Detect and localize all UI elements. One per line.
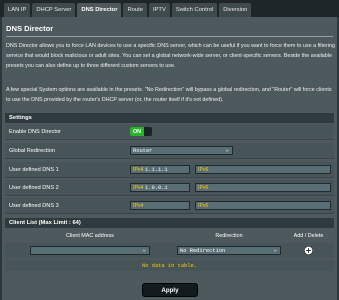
toggle-knob (144, 127, 152, 136)
ipv6-tag: IPv6 (198, 166, 209, 173)
client-list-column-headers: Client MAC address Redirection Add / Del… (5, 229, 334, 242)
client-list-entry-row: ⌄ No Redirection ⌄ (5, 243, 334, 258)
dns1-row: User defined DNS 1 IPv4 1.1.1.1 IPv6 (5, 162, 334, 178)
global-redirection-select[interactable]: Router ⌄ (130, 146, 233, 155)
settings-header: Settings (5, 113, 334, 123)
ipv4-tag: IPv4 (133, 184, 144, 191)
enable-dns-director-toggle[interactable]: ON (130, 127, 152, 136)
dns3-ipv6-input[interactable] (209, 202, 330, 209)
dns3-ipv4-input[interactable] (144, 202, 189, 209)
add-client-button[interactable] (304, 246, 313, 255)
page-title: DNS Director (6, 24, 54, 33)
enable-dns-director-label: Enable DNS Director (9, 128, 61, 135)
client-list-header: Client List (Max Limit : 64) (5, 218, 334, 228)
dns3-ipv4-field[interactable]: IPv4 (130, 201, 190, 210)
tab-dns-director[interactable]: DNS Director (77, 3, 122, 17)
dns3-row: User defined DNS 3 IPv4 IPv6 (5, 198, 334, 214)
tab-dhcp-server[interactable]: DHCP Server (32, 3, 76, 17)
plus-icon (304, 246, 313, 255)
description-paragraph-2: A few special System options are availab… (6, 87, 332, 103)
dns3-label: User defined DNS 3 (9, 202, 59, 209)
column-header-mac: Client MAC address (66, 232, 114, 239)
chevron-down-icon: ⌄ (273, 246, 277, 253)
dns1-label: User defined DNS 1 (9, 166, 59, 173)
apply-button[interactable]: Apply (142, 283, 198, 297)
global-redirection-label: Global Redirection (9, 147, 56, 154)
tab-lan-ip[interactable]: LAN IP (4, 3, 31, 17)
description-paragraph-1: DNS Director allows you to force LAN dev… (6, 43, 335, 69)
global-redirection-row: Global Redirection Router ⌄ (5, 143, 334, 159)
ipv4-tag: IPv4 (133, 166, 144, 173)
client-mac-select[interactable]: ⌄ (30, 246, 150, 255)
global-redirection-value: Router (133, 147, 153, 154)
dns2-label: User defined DNS 2 (9, 184, 59, 191)
dns1-ipv6-input[interactable] (209, 166, 330, 173)
tab-diversion[interactable]: Diversion (219, 3, 252, 17)
client-redirection-select[interactable]: No Redirection ⌄ (177, 246, 281, 255)
tab-route[interactable]: Route (123, 3, 147, 17)
ipv6-tag: IPv6 (198, 184, 209, 191)
tab-iptv[interactable]: IPTV (148, 3, 170, 17)
enable-dns-director-row: Enable DNS Director ON (5, 124, 334, 140)
ipv4-tag: IPv4 (133, 202, 144, 209)
dns2-row: User defined DNS 2 IPv4 1.0.0.1 IPv6 (5, 180, 334, 196)
dns2-ipv6-input[interactable] (209, 184, 330, 191)
chevron-down-icon: ⌄ (142, 246, 146, 253)
dns1-ipv4-input[interactable]: 1.1.1.1 (144, 166, 189, 173)
dns3-ipv6-field[interactable]: IPv6 (195, 201, 331, 210)
client-list-empty-message: No data in table. (5, 260, 334, 271)
dns1-ipv4-field[interactable]: IPv4 1.1.1.1 (130, 165, 190, 174)
client-redirection-value: No Redirection (180, 247, 226, 254)
column-header-redirection: Redirection (215, 232, 243, 239)
tab-bar: LAN IP DHCP Server DNS Director Route IP… (0, 0, 339, 17)
dns2-ipv4-input[interactable]: 1.0.0.1 (144, 184, 189, 191)
dns1-ipv6-field[interactable]: IPv6 (195, 165, 331, 174)
toggle-on-label: ON (130, 127, 144, 136)
title-divider (6, 36, 333, 37)
dns2-ipv6-field[interactable]: IPv6 (195, 183, 331, 192)
tab-switch-control[interactable]: Switch Control (171, 3, 218, 17)
column-header-action: Add / Delete (293, 232, 324, 239)
dns2-ipv4-field[interactable]: IPv4 1.0.0.1 (130, 183, 190, 192)
chevron-down-icon: ⌄ (225, 146, 229, 153)
ipv6-tag: IPv6 (198, 202, 209, 209)
